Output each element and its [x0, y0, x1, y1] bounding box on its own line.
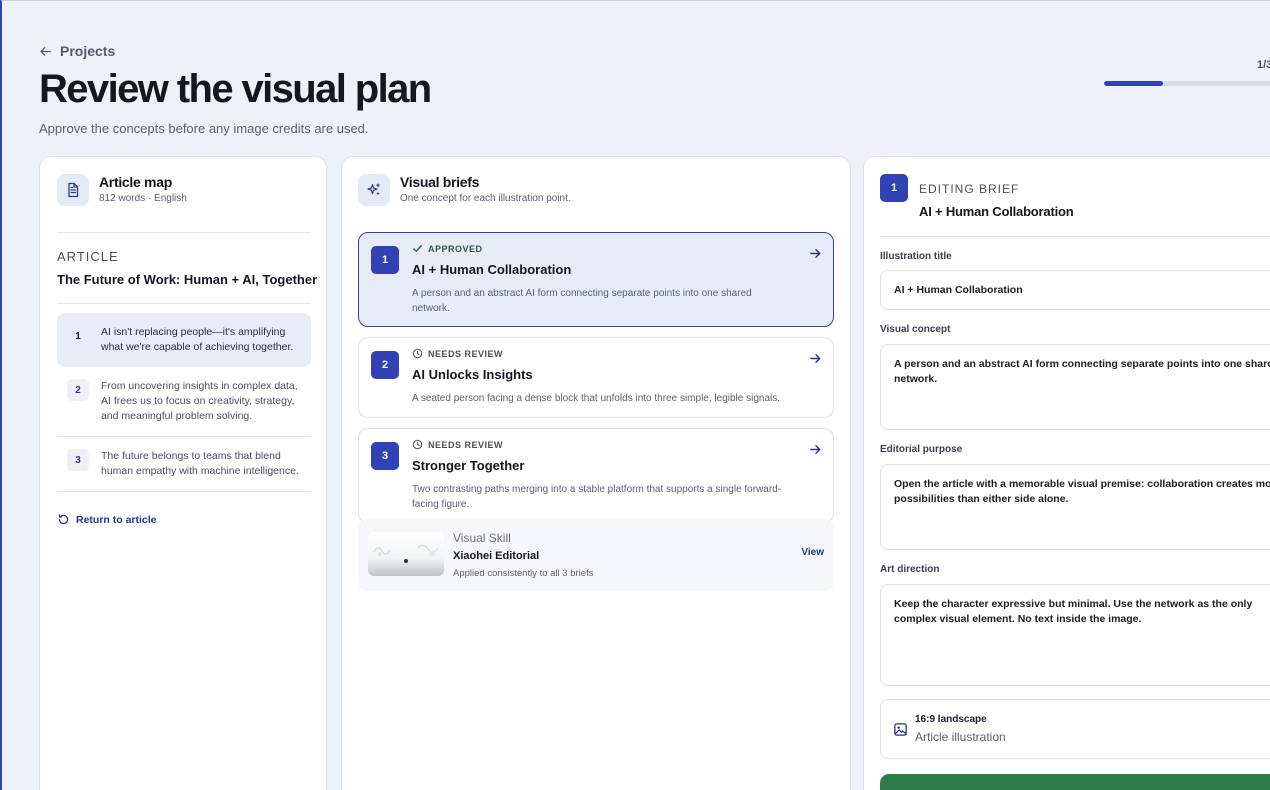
- brief-title: AI Unlocks Insights: [412, 367, 533, 382]
- check-icon: [413, 245, 422, 252]
- brief-title: AI + Human Collaboration: [412, 262, 572, 277]
- point-text: AI isn't replacing people—it's amplifyin…: [101, 326, 294, 353]
- illustration-title-input[interactable]: AI + Human Collaboration: [880, 270, 1270, 310]
- editing-brief-kicker: EDITING BRIEF: [919, 182, 1020, 196]
- divider: [57, 303, 311, 304]
- status-badge: NEEDS REVIEW: [412, 348, 821, 359]
- back-label: Projects: [60, 43, 116, 59]
- skill-description: Applied consistently to all 3 briefs: [453, 568, 594, 579]
- format-selector[interactable]: 16:9 landscape Article illustration: [880, 699, 1270, 759]
- skill-thumbnail: [368, 532, 444, 576]
- format-subtitle: Article illustration: [915, 730, 1006, 744]
- visual-briefs-title: Visual briefs: [400, 174, 480, 190]
- rotate-ccw-icon: [58, 514, 69, 525]
- article-map-meta: 812 words · English: [99, 193, 187, 204]
- brief-card[interactable]: 2 NEEDS REVIEW AI Unlocks Insights A sea…: [358, 337, 834, 418]
- brief-number: 1: [371, 246, 399, 274]
- view-skill-button[interactable]: View: [801, 547, 824, 558]
- divider: [880, 236, 1270, 237]
- article-map-header: Article map 812 words · English: [57, 174, 187, 206]
- editorial-purpose-label: Editorial purpose: [880, 444, 963, 455]
- point-number: 3: [67, 449, 89, 471]
- brief-number: 3: [371, 442, 399, 470]
- point-number: 1: [75, 330, 81, 342]
- status-label: NEEDS REVIEW: [428, 348, 504, 359]
- clock-icon: [412, 348, 423, 359]
- article-point-item[interactable]: 3 The future belongs to teams that blend…: [57, 437, 311, 492]
- arrow-left-icon: [40, 46, 52, 56]
- return-to-article-link[interactable]: Return to article: [57, 513, 157, 526]
- splash-illustration: [373, 544, 439, 557]
- visual-briefs-subtitle: One concept for each illustration point.: [400, 193, 571, 204]
- article-point-item[interactable]: 2 From uncovering insights in complex da…: [57, 367, 311, 437]
- briefs-list: 1 APPROVED AI + Human Collaboration A pe…: [358, 232, 834, 533]
- figure-dot: [404, 559, 408, 563]
- point-number: 2: [67, 379, 89, 401]
- status-badge: NEEDS REVIEW: [412, 439, 821, 450]
- arrow-right-icon[interactable]: [809, 443, 822, 456]
- editing-brief-title: AI + Human Collaboration: [919, 204, 1074, 219]
- point-text: From uncovering insights in complex data…: [101, 380, 298, 422]
- article-map-title: Article map: [99, 174, 172, 190]
- brief-card[interactable]: 1 APPROVED AI + Human Collaboration A pe…: [358, 232, 834, 327]
- article-points-list: 1 AI isn't replacing people—it's amplify…: [57, 313, 311, 492]
- format-title: 16:9 landscape: [915, 714, 987, 725]
- editing-brief-panel: 1 EDITING BRIEF AI + Human Collaboration…: [863, 156, 1270, 790]
- visual-briefs-header: Visual briefs One concept for each illus…: [358, 174, 571, 206]
- progress-bar: [1104, 81, 1270, 86]
- brief-number: 2: [371, 351, 399, 379]
- step-counter: 1/3: [1257, 59, 1270, 71]
- visual-skill-card: Visual Skill Xiaohei Editorial Applied c…: [358, 519, 834, 591]
- editorial-purpose-textarea[interactable]: Open the article with a memorable visual…: [880, 464, 1270, 550]
- art-direction-label: Art direction: [880, 564, 940, 575]
- skill-kicker: Visual Skill: [453, 531, 511, 545]
- brief-description: Two contrasting paths merging into a sta…: [412, 484, 782, 510]
- primary-action-button[interactable]: [880, 774, 1270, 790]
- article-point-item[interactable]: 1 AI isn't replacing people—it's amplify…: [57, 313, 311, 367]
- progress-fill: [1104, 81, 1164, 86]
- image-icon: [894, 723, 907, 736]
- clock-icon: [412, 439, 423, 450]
- point-text: The future belongs to teams that blend h…: [101, 450, 299, 477]
- article-kicker: ARTICLE: [57, 249, 119, 264]
- arrow-right-icon[interactable]: [809, 352, 822, 365]
- page-subtitle: Approve the concepts before any image cr…: [39, 121, 369, 136]
- visual-concept-label: Visual concept: [880, 324, 951, 335]
- illustration-title-label: Illustration title: [880, 251, 952, 262]
- page-title: Review the visual plan: [39, 67, 432, 111]
- brief-number: 1: [880, 174, 908, 202]
- status-label: APPROVED: [428, 243, 483, 254]
- brief-card[interactable]: 3 NEEDS REVIEW Stronger Together Two con…: [358, 428, 834, 523]
- article-title: The Future of Work: Human + AI, Together: [57, 272, 318, 287]
- brief-title: Stronger Together: [412, 458, 525, 473]
- status-label: NEEDS REVIEW: [428, 439, 504, 450]
- article-map-panel: Article map 812 words · English ARTICLE …: [39, 156, 327, 790]
- visual-briefs-panel: Visual briefs One concept for each illus…: [341, 156, 851, 790]
- brief-description: A seated person facing a dense block tha…: [412, 393, 781, 404]
- arrow-right-icon[interactable]: [809, 247, 822, 260]
- divider: [57, 232, 311, 233]
- back-to-projects-link[interactable]: Projects: [39, 43, 115, 59]
- return-label: Return to article: [76, 513, 157, 526]
- skill-name: Xiaohei Editorial: [453, 550, 540, 562]
- visual-concept-textarea[interactable]: A person and an abstract AI form connect…: [880, 344, 1270, 430]
- sparkles-icon: [358, 174, 390, 206]
- art-direction-textarea[interactable]: Keep the character expressive but minima…: [880, 584, 1270, 686]
- document-icon: [57, 174, 89, 206]
- brief-description: A person and an abstract AI form connect…: [412, 288, 752, 314]
- status-badge: APPROVED: [412, 243, 821, 254]
